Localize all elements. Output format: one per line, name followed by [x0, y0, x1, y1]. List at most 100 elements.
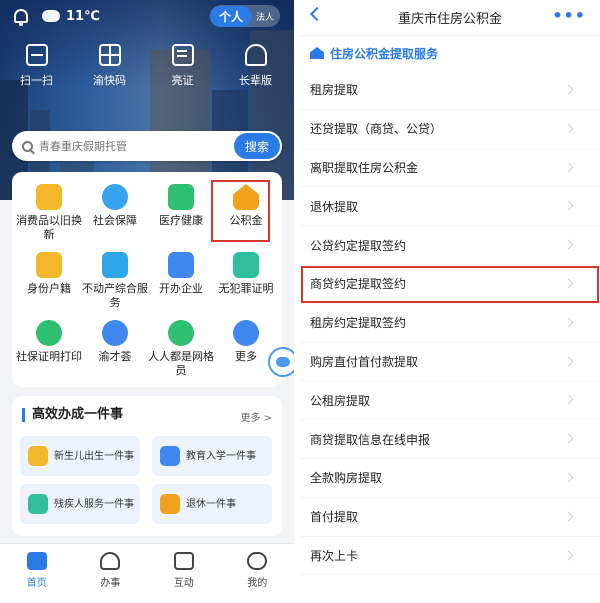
- list-item[interactable]: 公租房提取: [300, 381, 600, 421]
- quick-scan[interactable]: 扫一扫: [0, 44, 73, 88]
- list-item[interactable]: 公贷约定提取签约: [300, 226, 600, 265]
- affairs-more-link[interactable]: 更多 >: [240, 409, 272, 424]
- smile-icon: [247, 552, 268, 570]
- medical-icon: [168, 184, 194, 210]
- list-item[interactable]: 退休提取: [300, 187, 600, 227]
- service-grid-member[interactable]: 人人都是网格员: [148, 320, 214, 378]
- nav-bar: 重庆市住房公积金 •••: [300, 0, 600, 36]
- chevron-right-icon: [563, 550, 574, 561]
- affair-school[interactable]: 教育入学一件事: [152, 436, 272, 476]
- list-item[interactable]: 离职提取住房公积金: [300, 149, 600, 188]
- service-label: 不动产综合服务: [82, 282, 148, 309]
- affairs-title: 高效办成一件事: [22, 408, 123, 422]
- service-label: 开办企业: [159, 282, 203, 295]
- service-trade-in[interactable]: 消费品以旧换新: [16, 184, 82, 242]
- list-item-label: 再次上卡: [310, 548, 359, 563]
- tab-mine[interactable]: 我的: [221, 544, 295, 603]
- service-label: 无犯罪证明: [218, 282, 274, 295]
- quick-actions: 扫一扫 渝快码 亮证 长辈版: [0, 44, 294, 88]
- quick-elder[interactable]: 长辈版: [219, 44, 292, 88]
- service-ss-print[interactable]: 社保证明打印: [16, 320, 82, 364]
- cart-icon: [36, 184, 62, 210]
- service-medical[interactable]: 医疗健康: [148, 184, 214, 228]
- chevron-right-icon: [563, 511, 574, 522]
- affair-newborn[interactable]: 新生儿出生一件事: [20, 436, 140, 476]
- quick-label: 长辈版: [239, 74, 272, 87]
- list-item-label: 公贷约定提取签约: [310, 238, 407, 253]
- list-item[interactable]: 还贷提取（商贷、公贷）: [300, 110, 600, 149]
- section-header: 住房公积金提取服务: [300, 36, 600, 70]
- quick-yukuaima[interactable]: 渝快码: [73, 44, 146, 88]
- list-item-label: 租房提取: [310, 83, 359, 98]
- service-label: 人人都是网格员: [148, 350, 214, 377]
- tab-home[interactable]: 首页: [0, 544, 74, 603]
- search-input[interactable]: [39, 139, 234, 153]
- talent-icon: [102, 320, 128, 346]
- id-card-icon: [171, 44, 194, 66]
- tab-affairs[interactable]: 办事: [74, 544, 148, 603]
- cloud-icon: [42, 10, 60, 22]
- affair-label: 残疾人服务一件事: [54, 498, 134, 510]
- role-legal[interactable]: 法人: [256, 10, 274, 23]
- tab-label: 首页: [26, 578, 47, 589]
- service-label: 消费品以旧换新: [16, 214, 82, 241]
- chevron-right-icon: [563, 317, 574, 328]
- heart-icon: [100, 552, 121, 570]
- tab-label: 互动: [173, 578, 194, 589]
- list-item[interactable]: 租房约定提取签约: [300, 304, 600, 343]
- list-item-label: 租房约定提取签约: [310, 316, 407, 331]
- list-item-highlighted[interactable]: 商贷约定提取签约: [300, 265, 600, 304]
- role-personal[interactable]: 个人: [209, 5, 252, 27]
- list-item-label: 商贷提取信息在线申报: [310, 432, 431, 447]
- affair-disability[interactable]: 残疾人服务一件事: [20, 484, 140, 524]
- chevron-right-icon: [563, 123, 574, 134]
- list-item-label: 首付提取: [310, 510, 359, 525]
- chevron-right-icon: [563, 200, 574, 211]
- service-social-security[interactable]: 社会保障: [82, 184, 148, 228]
- list-item[interactable]: 购房直付首付款提取: [300, 343, 600, 382]
- more-menu-icon[interactable]: •••: [552, 8, 586, 24]
- chevron-right-icon: [563, 162, 574, 173]
- tab-interact[interactable]: 互动: [147, 544, 221, 603]
- list-item[interactable]: 租房提取: [300, 71, 600, 110]
- affair-label: 教育入学一件事: [186, 450, 256, 462]
- right-screen: 重庆市住房公积金 ••• 住房公积金提取服务 租房提取 还贷提取（商贷、公贷） …: [300, 0, 600, 603]
- quick-show-id[interactable]: 亮证: [146, 44, 219, 88]
- bell-icon[interactable]: [14, 9, 28, 26]
- affairs-panel: 高效办成一件事 更多 > 新生儿出生一件事 教育入学一件事 残疾人服务一件事 退…: [12, 396, 282, 536]
- search-bar: 搜索: [12, 131, 282, 161]
- service-no-crime[interactable]: 无犯罪证明: [213, 252, 279, 296]
- home-icon: [26, 552, 47, 570]
- service-real-estate[interactable]: 不动产综合服务: [82, 252, 148, 310]
- service-open-company[interactable]: 开办企业: [148, 252, 214, 296]
- list-item[interactable]: 首付提取: [300, 498, 600, 537]
- list-item[interactable]: 全款购房提取: [300, 459, 600, 498]
- list-item[interactable]: 商贷提取信息在线申报: [300, 420, 600, 459]
- withdrawal-list: 租房提取 还贷提取（商贷、公贷） 离职提取住房公积金 退休提取 公贷约定提取签约…: [300, 71, 600, 576]
- top-bar: 11℃ 个人 法人: [14, 5, 280, 27]
- assistant-bubble-icon[interactable]: [268, 347, 294, 377]
- temperature: 11℃: [66, 8, 100, 24]
- service-label: 医疗健康: [159, 214, 203, 227]
- id-book-icon: [36, 252, 62, 278]
- affair-retire[interactable]: 退休一件事: [152, 484, 272, 524]
- chevron-right-icon: [563, 239, 574, 250]
- search-button[interactable]: 搜索: [234, 133, 280, 159]
- bottom-tab-bar: 首页 办事 互动 我的: [0, 543, 294, 603]
- certificate-icon: [233, 252, 259, 278]
- list-item[interactable]: 再次上卡: [300, 537, 600, 576]
- service-identity[interactable]: 身份户籍: [16, 252, 82, 296]
- affair-label: 新生儿出生一件事: [54, 450, 134, 462]
- left-screen: 11℃ 个人 法人 扫一扫 渝快码 亮证 长辈版 搜索 消费品以旧: [0, 0, 294, 603]
- chevron-right-icon: [563, 356, 574, 367]
- company-icon: [168, 252, 194, 278]
- grid-member-icon: [168, 320, 194, 346]
- quick-label: 扫一扫: [20, 74, 53, 87]
- tab-label: 我的: [247, 578, 268, 589]
- list-item-label: 还贷提取（商贷、公贷）: [310, 122, 443, 137]
- role-switch[interactable]: 个人 法人: [209, 5, 280, 27]
- heart-hand-icon: [102, 184, 128, 210]
- retire-icon: [160, 494, 180, 514]
- chevron-right-icon: [563, 472, 574, 483]
- service-talent[interactable]: 渝才荟: [82, 320, 148, 364]
